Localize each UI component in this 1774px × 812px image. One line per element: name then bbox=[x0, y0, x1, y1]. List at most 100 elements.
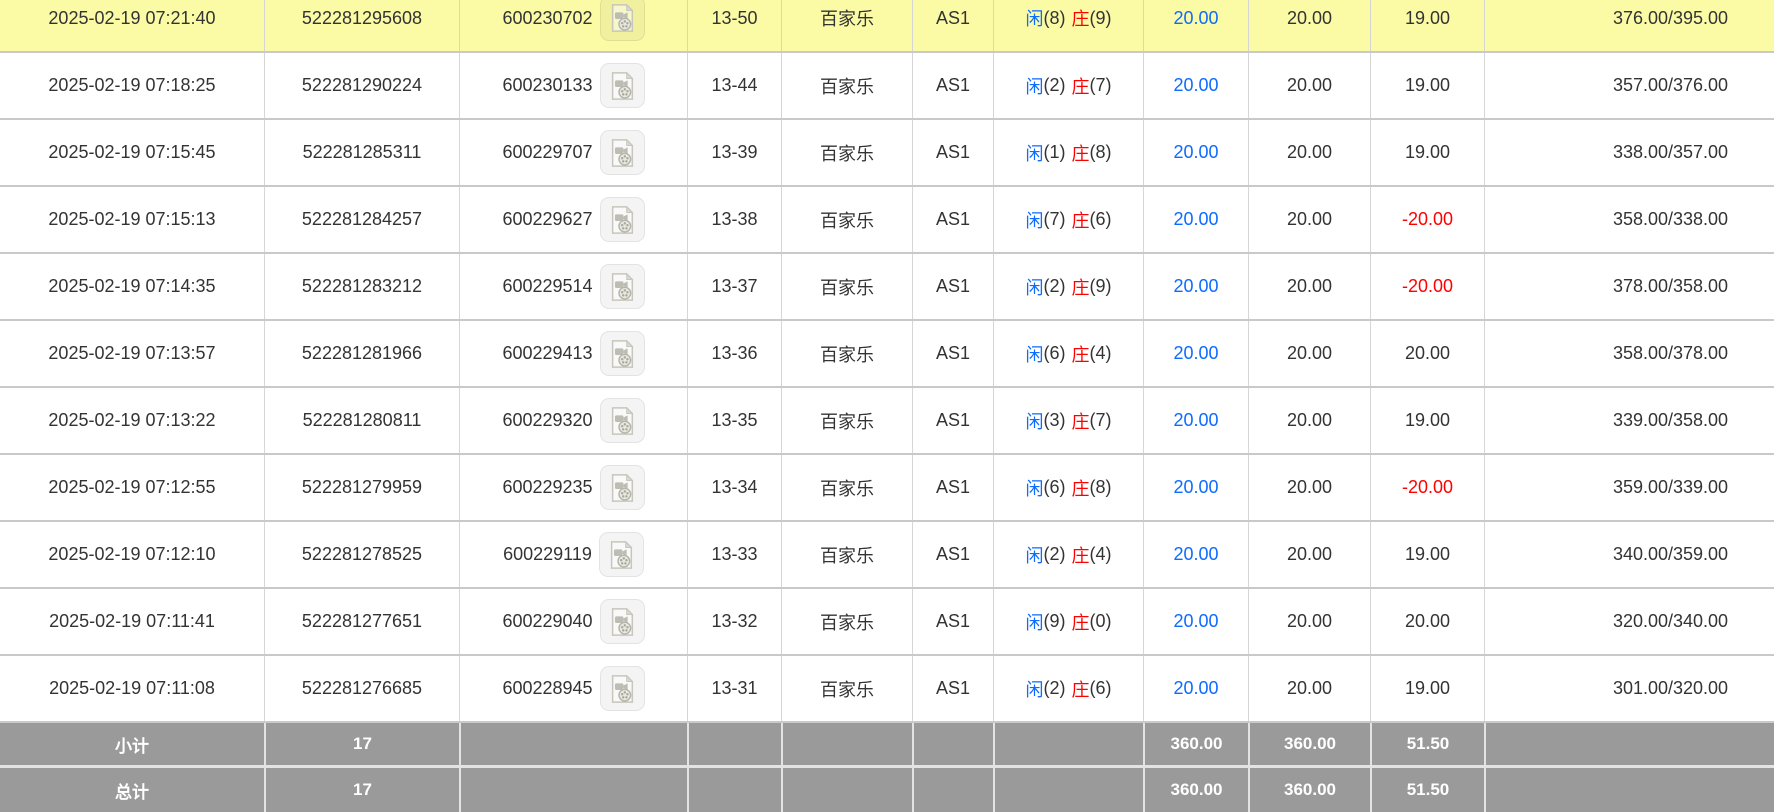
game-name: 百家乐 bbox=[781, 656, 912, 721]
bet-id: 522281277651 bbox=[264, 589, 459, 654]
win-loss: 19.00 bbox=[1370, 0, 1484, 51]
room-code: AS1 bbox=[912, 321, 993, 386]
video-replay-button[interactable] bbox=[600, 130, 645, 175]
banker-score: (6) bbox=[1090, 678, 1112, 699]
win-loss: 20.00 bbox=[1370, 589, 1484, 654]
round-id-cell: 600229320 bbox=[459, 388, 687, 453]
banker-score: (7) bbox=[1090, 75, 1112, 96]
video-replay-button[interactable] bbox=[600, 0, 645, 41]
bet-amount: 20.00 bbox=[1143, 254, 1248, 319]
subtotal-empty bbox=[912, 723, 993, 765]
table-round: 13-32 bbox=[687, 589, 781, 654]
player-score: (9) bbox=[1044, 611, 1066, 632]
round-id-cell: 600229707 bbox=[459, 120, 687, 185]
banker-score: (4) bbox=[1090, 343, 1112, 364]
grand-total-row: 总计 17 360.00 360.00 51.50 bbox=[0, 765, 1774, 812]
valid-amount: 20.00 bbox=[1248, 388, 1370, 453]
banker-label: 庄 bbox=[1072, 408, 1090, 434]
banker-label: 庄 bbox=[1072, 676, 1090, 702]
bet-history-table: 2025-02-19 07:21:40 522281295608 6002307… bbox=[0, 0, 1774, 812]
round-id: 600229413 bbox=[502, 343, 592, 364]
table-row: 2025-02-19 07:15:13 522281284257 6002296… bbox=[0, 185, 1774, 252]
player-label: 闲 bbox=[1026, 207, 1044, 233]
bet-amount: 20.00 bbox=[1143, 53, 1248, 118]
player-label: 闲 bbox=[1026, 341, 1044, 367]
valid-amount: 20.00 bbox=[1248, 53, 1370, 118]
video-replay-button[interactable] bbox=[600, 599, 645, 644]
round-id-cell: 600229413 bbox=[459, 321, 687, 386]
subtotal-row: 小计 17 360.00 360.00 51.50 bbox=[0, 721, 1774, 765]
video-replay-button[interactable] bbox=[600, 264, 645, 309]
win-loss: 19.00 bbox=[1370, 53, 1484, 118]
video-replay-button[interactable] bbox=[599, 532, 644, 577]
video-replay-button[interactable] bbox=[600, 666, 645, 711]
table-row: 2025-02-19 07:18:25 522281290224 6002301… bbox=[0, 51, 1774, 118]
bet-amount: 20.00 bbox=[1143, 0, 1248, 51]
game-name: 百家乐 bbox=[781, 254, 912, 319]
banker-score: (4) bbox=[1090, 544, 1112, 565]
win-loss: 19.00 bbox=[1370, 388, 1484, 453]
subtotal-winloss-total: 51.50 bbox=[1370, 723, 1484, 765]
game-result: 闲(2)庄(6) bbox=[993, 656, 1143, 721]
total-bet-total: 360.00 bbox=[1143, 768, 1248, 812]
game-result: 闲(7) 庄(6) bbox=[993, 187, 1143, 252]
game-result: 闲(3)庄(7) bbox=[993, 388, 1143, 453]
video-replay-button[interactable] bbox=[600, 197, 645, 242]
bet-amount: 20.00 bbox=[1143, 455, 1248, 520]
table-row: 2025-02-19 07:12:10 522281278525 6002291… bbox=[0, 520, 1774, 587]
round-id-cell: 600229514 bbox=[459, 254, 687, 319]
total-valid-total: 360.00 bbox=[1248, 768, 1370, 812]
bet-time: 2025-02-19 07:13:57 bbox=[0, 321, 264, 386]
player-label: 闲 bbox=[1026, 475, 1044, 501]
table-round: 13-39 bbox=[687, 120, 781, 185]
total-empty bbox=[781, 768, 912, 812]
player-score: (6) bbox=[1044, 477, 1066, 498]
video-document-icon bbox=[606, 540, 636, 570]
video-replay-button[interactable] bbox=[600, 398, 645, 443]
player-score: (7) bbox=[1044, 209, 1066, 230]
game-result: 闲(2)庄(7) bbox=[993, 53, 1143, 118]
video-replay-button[interactable] bbox=[600, 331, 645, 376]
video-replay-button[interactable] bbox=[600, 63, 645, 108]
table-round: 13-50 bbox=[687, 0, 781, 51]
valid-amount: 20.00 bbox=[1248, 321, 1370, 386]
subtotal-bet-total: 360.00 bbox=[1143, 723, 1248, 765]
bet-id: 522281283212 bbox=[264, 254, 459, 319]
room-code: AS1 bbox=[912, 0, 993, 51]
video-replay-button[interactable] bbox=[600, 465, 645, 510]
bet-time: 2025-02-19 07:11:41 bbox=[0, 589, 264, 654]
round-id: 600229320 bbox=[502, 410, 592, 431]
game-name: 百家乐 bbox=[781, 522, 912, 587]
subtotal-count: 17 bbox=[264, 723, 459, 765]
round-id-cell: 600228945 bbox=[459, 656, 687, 721]
total-winloss-total: 51.50 bbox=[1370, 768, 1484, 812]
room-code: AS1 bbox=[912, 53, 993, 118]
banker-label: 庄 bbox=[1072, 274, 1090, 300]
bet-id: 522281295608 bbox=[264, 0, 459, 51]
bet-time: 2025-02-19 07:14:35 bbox=[0, 254, 264, 319]
game-name: 百家乐 bbox=[781, 388, 912, 453]
banker-score: (6) bbox=[1090, 209, 1112, 230]
banker-score: (8) bbox=[1090, 477, 1112, 498]
total-count: 17 bbox=[264, 768, 459, 812]
balance: 320.00/340.00 bbox=[1484, 589, 1774, 654]
balance: 376.00/395.00 bbox=[1484, 0, 1774, 51]
bet-id: 522281284257 bbox=[264, 187, 459, 252]
banker-label: 庄 bbox=[1072, 207, 1090, 233]
total-empty bbox=[687, 768, 781, 812]
table-round: 13-44 bbox=[687, 53, 781, 118]
table-row: 2025-02-19 07:13:22 522281280811 6002293… bbox=[0, 386, 1774, 453]
win-loss: 19.00 bbox=[1370, 656, 1484, 721]
round-id-cell: 600229235 bbox=[459, 455, 687, 520]
subtotal-valid-total: 360.00 bbox=[1248, 723, 1370, 765]
game-result: 闲(6)庄(4) bbox=[993, 321, 1143, 386]
room-code: AS1 bbox=[912, 656, 993, 721]
bet-amount: 20.00 bbox=[1143, 187, 1248, 252]
banker-score: (9) bbox=[1090, 276, 1112, 297]
round-id: 600229627 bbox=[502, 209, 592, 230]
valid-amount: 20.00 bbox=[1248, 254, 1370, 319]
game-name: 百家乐 bbox=[781, 455, 912, 520]
valid-amount: 20.00 bbox=[1248, 120, 1370, 185]
round-id: 600229119 bbox=[503, 544, 592, 565]
win-loss: -20.00 bbox=[1370, 455, 1484, 520]
